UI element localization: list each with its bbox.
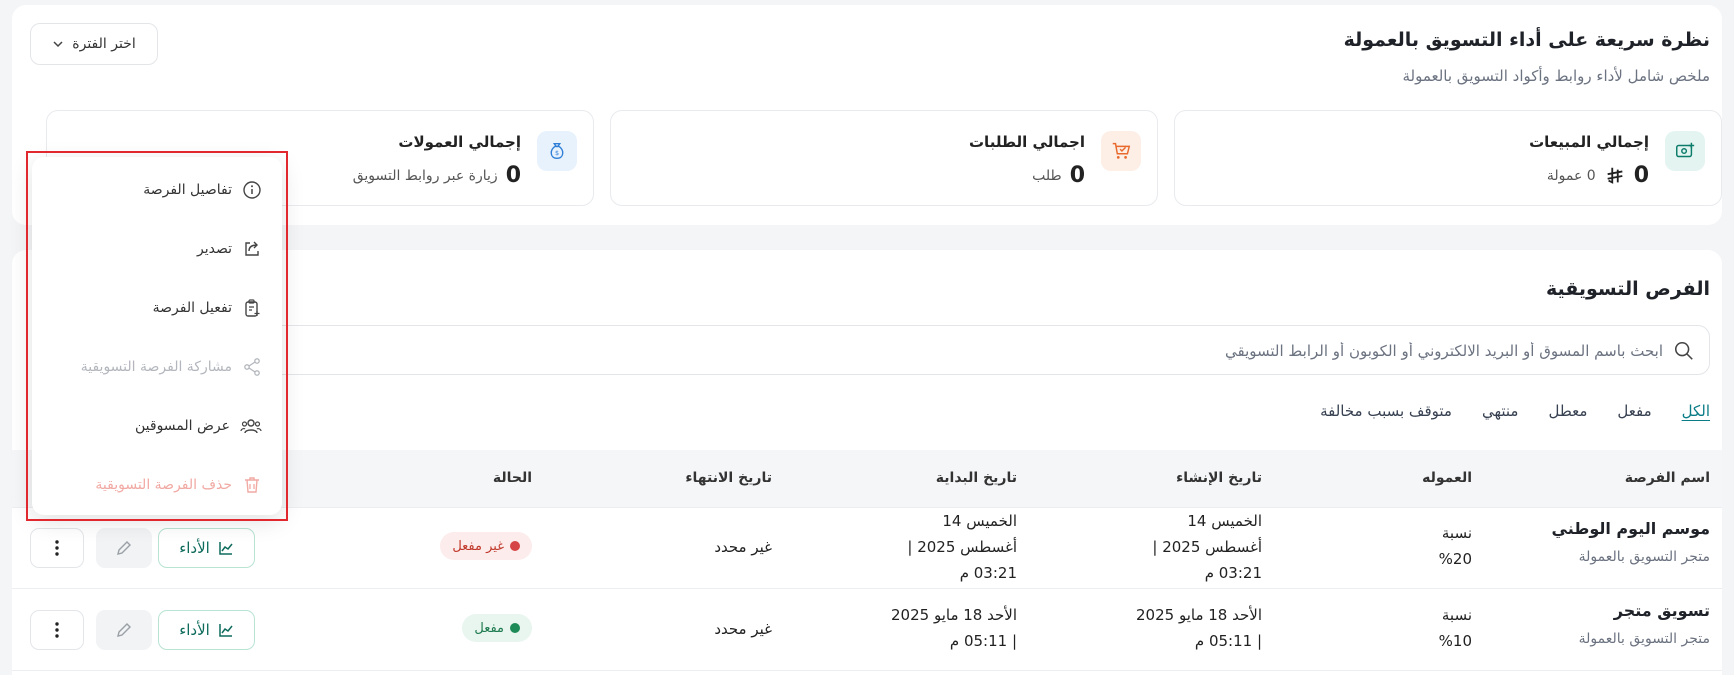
end-date: غير محدد: [714, 620, 772, 638]
overview-subtitle: ملخص شامل لأداء روابط وأكواد التسويق بال…: [1402, 67, 1710, 85]
row-actions-menu: تفاصيل الفرصة تصدير تفعيل الفرصة مشاركة …: [32, 157, 282, 515]
stat-value-line: 0 زيارة عبر روابط التسويق: [353, 163, 521, 188]
column-header-name: اسم الفرصة: [1624, 470, 1710, 486]
menu-item-label: تصدير: [196, 241, 232, 257]
created-date: الأحد 18 مايو 2025 | 05:11 م: [1136, 606, 1262, 650]
start-date: الخميس 14 أغسطس 2025 | 03:21 م: [907, 512, 1017, 582]
commission-cell: نسبة %10: [1438, 606, 1472, 650]
chart-icon: [219, 542, 233, 555]
table-row: موسم اليوم الوطني متجر التسويق بالعمولة …: [12, 508, 1722, 589]
stat-unit: زيارة عبر روابط التسويق: [352, 167, 498, 184]
share-nodes-icon: [244, 358, 260, 376]
created-date: الخميس 14 أغسطس 2025 | 03:21 م: [1152, 512, 1262, 582]
stat-label: إجمالي المبيعات: [1529, 133, 1649, 151]
more-options-button[interactable]: [30, 528, 84, 568]
edit-button[interactable]: [96, 610, 152, 650]
menu-item-delete: حذف الفرصة التسويقية: [95, 465, 262, 505]
menu-item-details[interactable]: تفاصيل الفرصة: [143, 170, 262, 210]
stat-value: 0: [1069, 163, 1085, 188]
opportunity-name: تسويق متجر متجر التسويق بالعمولة: [1578, 601, 1710, 647]
tab-suspended[interactable]: متوقف بسبب مخالفة: [1320, 402, 1452, 420]
period-label: اختر الفترة: [72, 36, 136, 52]
performance-label: الأداء: [179, 539, 210, 557]
menu-item-label: مشاركة الفرصة التسويقية: [80, 359, 232, 375]
stat-value: 0: [1633, 163, 1649, 188]
end-date: غير محدد: [714, 538, 772, 556]
status-label: غير مفعل: [452, 538, 504, 554]
tab-active[interactable]: مفعل: [1617, 402, 1651, 420]
status-badge: مفعل: [462, 614, 532, 642]
info-icon: [243, 181, 261, 199]
pencil-icon: [117, 623, 131, 637]
kebab-menu-icon: [55, 540, 59, 556]
stat-value: 0: [505, 163, 521, 188]
tab-disabled[interactable]: معطل: [1548, 402, 1587, 420]
opportunities-title: الفرص التسويقية: [1545, 278, 1710, 300]
clipboard-plus-icon: [245, 299, 260, 317]
menu-item-export[interactable]: تصدير: [197, 229, 262, 269]
menu-item-label: عرض المسوقين: [135, 418, 230, 434]
status-dot: [510, 541, 520, 551]
riyal-icon: [1607, 167, 1623, 184]
period-select[interactable]: اختر الفترة: [30, 23, 158, 65]
edit-button[interactable]: [96, 528, 152, 568]
more-options-button[interactable]: [30, 610, 84, 650]
commission-cell: نسبة %20: [1438, 524, 1472, 568]
menu-item-share: مشاركة الفرصة التسويقية: [81, 347, 262, 387]
table-row: تسويق متجر متجر التسويق بالعمولة نسبة %1…: [12, 590, 1722, 671]
chart-icon: [219, 624, 233, 637]
svg-text:$: $: [555, 149, 559, 157]
status-label: مفعل: [474, 620, 504, 636]
stat-unit: 0 عمولة: [1546, 167, 1596, 184]
trash-icon: [245, 477, 259, 493]
column-header-status: الحالة: [492, 470, 532, 486]
kebab-menu-icon: [55, 622, 59, 638]
status-badge: غير مفعل: [440, 532, 532, 560]
search-input[interactable]: [261, 336, 1663, 366]
stat-unit: طلب: [1032, 167, 1062, 184]
performance-button[interactable]: الأداء: [158, 528, 255, 568]
stat-label: اجمالي الطلبات: [968, 133, 1085, 151]
menu-item-label: تفعيل الفرصة: [152, 300, 232, 316]
stat-label: إجمالي العمولات: [398, 133, 521, 151]
cart-icon: [1101, 131, 1141, 171]
stat-card-sales: إجمالي المبيعات 0 0 عمولة: [1174, 110, 1722, 206]
start-date: الأحد 18 مايو 2025 | 05:11 م: [891, 606, 1017, 650]
overview-title: نظرة سريعة على أداء التسويق بالعمولة: [1343, 29, 1710, 51]
tab-all[interactable]: الكل: [1682, 402, 1710, 420]
opportunity-name: موسم اليوم الوطني متجر التسويق بالعمولة: [1551, 519, 1710, 565]
column-header-commission: العموله: [1422, 470, 1472, 486]
chevron-down-icon: [53, 41, 63, 48]
search-box[interactable]: [250, 325, 1710, 375]
pencil-icon: [117, 541, 131, 555]
share-export-icon: [245, 241, 259, 256]
status-dot: [510, 623, 520, 633]
column-header-created: تاريخ الإنشاء: [1176, 470, 1262, 486]
menu-item-label: حذف الفرصة التسويقية: [95, 477, 232, 493]
money-bag-icon: $: [537, 131, 577, 171]
status-tabs: الكل مفعل معطل منتهي متوقف بسبب مخالفة: [1320, 402, 1710, 420]
money-icon: [1665, 131, 1705, 171]
stat-card-orders: اجمالي الطلبات 0 طلب: [610, 110, 1158, 206]
performance-button[interactable]: الأداء: [158, 610, 255, 650]
menu-item-view-marketers[interactable]: عرض المسوقين: [135, 406, 262, 446]
tab-expired[interactable]: منتهي: [1482, 402, 1519, 420]
column-header-end: تاريخ الانتهاء: [685, 470, 772, 486]
performance-label: الأداء: [179, 621, 210, 639]
menu-item-label: تفاصيل الفرصة: [143, 182, 232, 198]
users-icon: [240, 419, 262, 434]
column-header-start: تاريخ البداية: [935, 470, 1017, 486]
menu-item-activate[interactable]: تفعيل الفرصة: [153, 288, 262, 328]
stat-value-line: 0 0 عمولة: [1547, 163, 1649, 188]
search-icon: [1674, 341, 1693, 360]
stat-value-line: 0 طلب: [1032, 163, 1085, 188]
